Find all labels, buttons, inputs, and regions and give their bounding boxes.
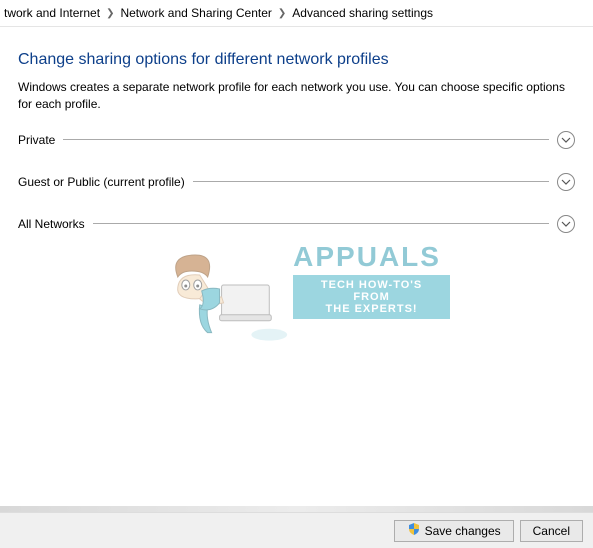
section-label: All Networks [18, 217, 85, 231]
page-title: Change sharing options for different net… [18, 51, 575, 69]
cancel-button-label: Cancel [533, 524, 570, 538]
chevron-down-icon[interactable] [557, 215, 575, 233]
mascot-icon [150, 215, 289, 345]
section-label: Guest or Public (current profile) [18, 175, 185, 189]
breadcrumb-item-sharing-center[interactable]: Network and Sharing Center [120, 6, 271, 20]
section-label: Private [18, 133, 55, 147]
chevron-right-icon: ❯ [278, 8, 286, 19]
watermark-tagline: TECH HOW-TO'S FROM THE EXPERTS! [293, 275, 450, 319]
save-changes-button[interactable]: Save changes [394, 520, 514, 542]
divider-line [193, 181, 549, 182]
shield-icon [407, 522, 421, 539]
breadcrumb-item-network-internet[interactable]: twork and Internet [4, 6, 100, 20]
chevron-down-icon[interactable] [557, 131, 575, 149]
divider-line [63, 139, 549, 140]
section-private[interactable]: Private [18, 131, 575, 149]
chevron-right-icon: ❯ [106, 8, 114, 19]
watermark-text: APPUALS TECH HOW-TO'S FROM THE EXPERTS! [293, 241, 450, 319]
chevron-down-icon[interactable] [557, 173, 575, 191]
breadcrumb[interactable]: twork and Internet ❯ Network and Sharing… [0, 0, 593, 27]
section-guest-public[interactable]: Guest or Public (current profile) [18, 173, 575, 191]
content-area: Change sharing options for different net… [0, 27, 593, 233]
footer-bar: Save changes Cancel [0, 512, 593, 548]
watermark-brand: APPUALS [293, 241, 450, 273]
page-description: Windows creates a separate network profi… [18, 79, 575, 113]
cancel-button[interactable]: Cancel [520, 520, 583, 542]
breadcrumb-item-advanced-sharing[interactable]: Advanced sharing settings [292, 6, 433, 20]
save-button-label: Save changes [425, 524, 501, 538]
watermark-logo: APPUALS TECH HOW-TO'S FROM THE EXPERTS! [150, 210, 450, 350]
